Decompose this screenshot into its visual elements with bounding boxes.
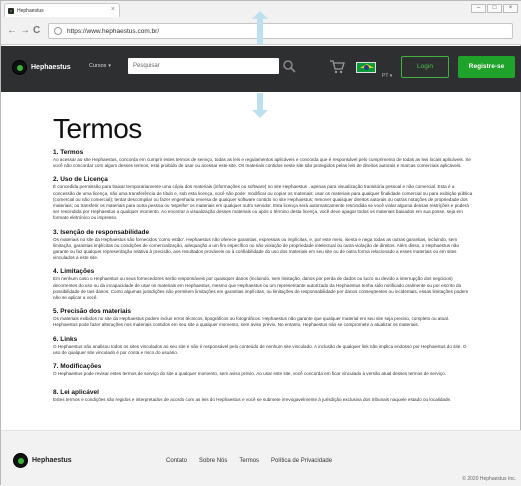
section-heading: 7. Modificações <box>53 363 102 371</box>
language-chevron-icon: ▾ <box>389 73 393 79</box>
browser-window: Hephaestus × – □ × ← → C https://www.hep… <box>0 0 521 486</box>
courses-dropdown[interactable]: Cursos ▾ <box>89 63 111 69</box>
section-text: Estes termos e condições são regidos e i… <box>53 397 452 403</box>
courses-label: Cursos <box>89 63 107 69</box>
logo-icon <box>12 60 27 75</box>
reload-icon[interactable]: C <box>33 26 40 36</box>
section-heading: 5. Precisão dos materiais <box>53 308 132 316</box>
section-heading: 2. Uso de Licença <box>53 176 108 184</box>
section-disclaimer: 3. Isenção de responsabilidade Os materi… <box>53 229 473 262</box>
url-text: https://www.hephaestus.com.br/ <box>67 28 160 35</box>
window-controls: – □ × <box>471 4 518 13</box>
search-icon[interactable] <box>282 59 296 73</box>
site-footer: Hephaestus Contato Sobre Nós Termos Polí… <box>1 430 521 486</box>
footer-link-contact[interactable]: Contato <box>166 458 187 464</box>
section-text: É concedida permissão para baixar tempor… <box>53 184 473 221</box>
section-links: 6. Links O Hephaestus não analisou todos… <box>53 336 473 356</box>
chevron-down-icon: ▾ <box>108 63 111 69</box>
section-text: O Hephaestus pode revisar estes termos d… <box>53 371 446 377</box>
section-limitations: 4. Limitações Em nenhum caso o Hephaestu… <box>53 268 473 301</box>
section-governing-law: 8. Lei aplicável Estes termos e condiçõe… <box>53 389 473 403</box>
footer-links: Contato Sobre Nós Termos Política de Pri… <box>166 458 332 464</box>
back-arrow-icon[interactable]: ← <box>7 26 17 36</box>
forward-arrow-icon[interactable]: → <box>20 26 30 36</box>
footer-brand-logo[interactable]: Hephaestus <box>13 453 72 468</box>
login-button[interactable]: Login <box>401 56 449 78</box>
section-license: 2. Uso de Licença É concedida permissão … <box>53 176 473 221</box>
resize-up-arrow-icon <box>252 11 268 44</box>
section-heading: 4. Limitações <box>53 268 95 276</box>
cart-icon[interactable] <box>329 60 345 74</box>
section-accuracy: 5. Precisão dos materiais Os materiais e… <box>53 308 473 328</box>
language-selector[interactable]: PT ▾ <box>382 73 392 79</box>
section-heading: 6. Links <box>53 335 78 343</box>
language-code: PT <box>382 73 389 79</box>
minimize-button[interactable]: – <box>471 4 486 13</box>
tab-title: Hephaestus <box>17 8 44 14</box>
logo-icon <box>13 453 28 468</box>
browser-tab[interactable]: Hephaestus × <box>4 3 120 17</box>
terms-content: Termos 1. Termos Ao acessar ao site Heph… <box>53 113 473 410</box>
maximize-button[interactable]: □ <box>487 4 502 13</box>
section-text: Em nenhum caso o Hephaestus ou seus forn… <box>53 276 469 301</box>
section-text: Ao acessar ao site Hephaestus, concorda … <box>53 157 471 169</box>
footer-link-privacy[interactable]: Política de Privacidade <box>271 458 332 464</box>
footer-link-about[interactable]: Sobre Nós <box>199 458 227 464</box>
section-text: O Hephaestus não analisou todos os sites… <box>53 343 467 355</box>
brand-name: Hephaestus <box>31 64 71 71</box>
site-header: Hephaestus Cursos ▾ Pesquisar PT ▾ Login … <box>1 46 521 92</box>
page-title: Termos <box>53 113 142 144</box>
section-modifications: 7. Modificações O Hephaestus pode revisa… <box>53 363 473 377</box>
favicon-icon <box>8 8 14 14</box>
search-placeholder: Pesquisar <box>133 63 160 69</box>
section-heading: 3. Isenção de responsabilidade <box>53 228 150 236</box>
section-heading: 1. Termos <box>53 149 84 156</box>
copyright-text: © 2020 Hephaestus Inc. <box>462 476 516 482</box>
section-heading: 8. Lei aplicável <box>53 389 99 397</box>
section-text: Os materiais exibidos no site da Hephaes… <box>53 316 450 328</box>
section-text: Os materiais no site da Hephaestus são f… <box>53 236 460 261</box>
brazil-flag-icon[interactable] <box>356 62 376 73</box>
section-terms: 1. Termos Ao acessar ao site Hephaestus,… <box>53 149 473 169</box>
tab-close-icon[interactable]: × <box>111 6 115 13</box>
footer-brand-name: Hephaestus <box>32 457 72 464</box>
resize-down-arrow-icon <box>252 93 268 118</box>
close-window-button[interactable]: × <box>503 4 518 13</box>
address-bar[interactable]: https://www.hephaestus.com.br/ <box>48 23 513 39</box>
brand-logo[interactable]: Hephaestus <box>12 60 71 75</box>
globe-icon <box>54 27 62 35</box>
search-input[interactable]: Pesquisar <box>128 58 279 74</box>
footer-link-terms[interactable]: Termos <box>239 458 259 464</box>
register-button[interactable]: Registre-se <box>458 56 515 78</box>
